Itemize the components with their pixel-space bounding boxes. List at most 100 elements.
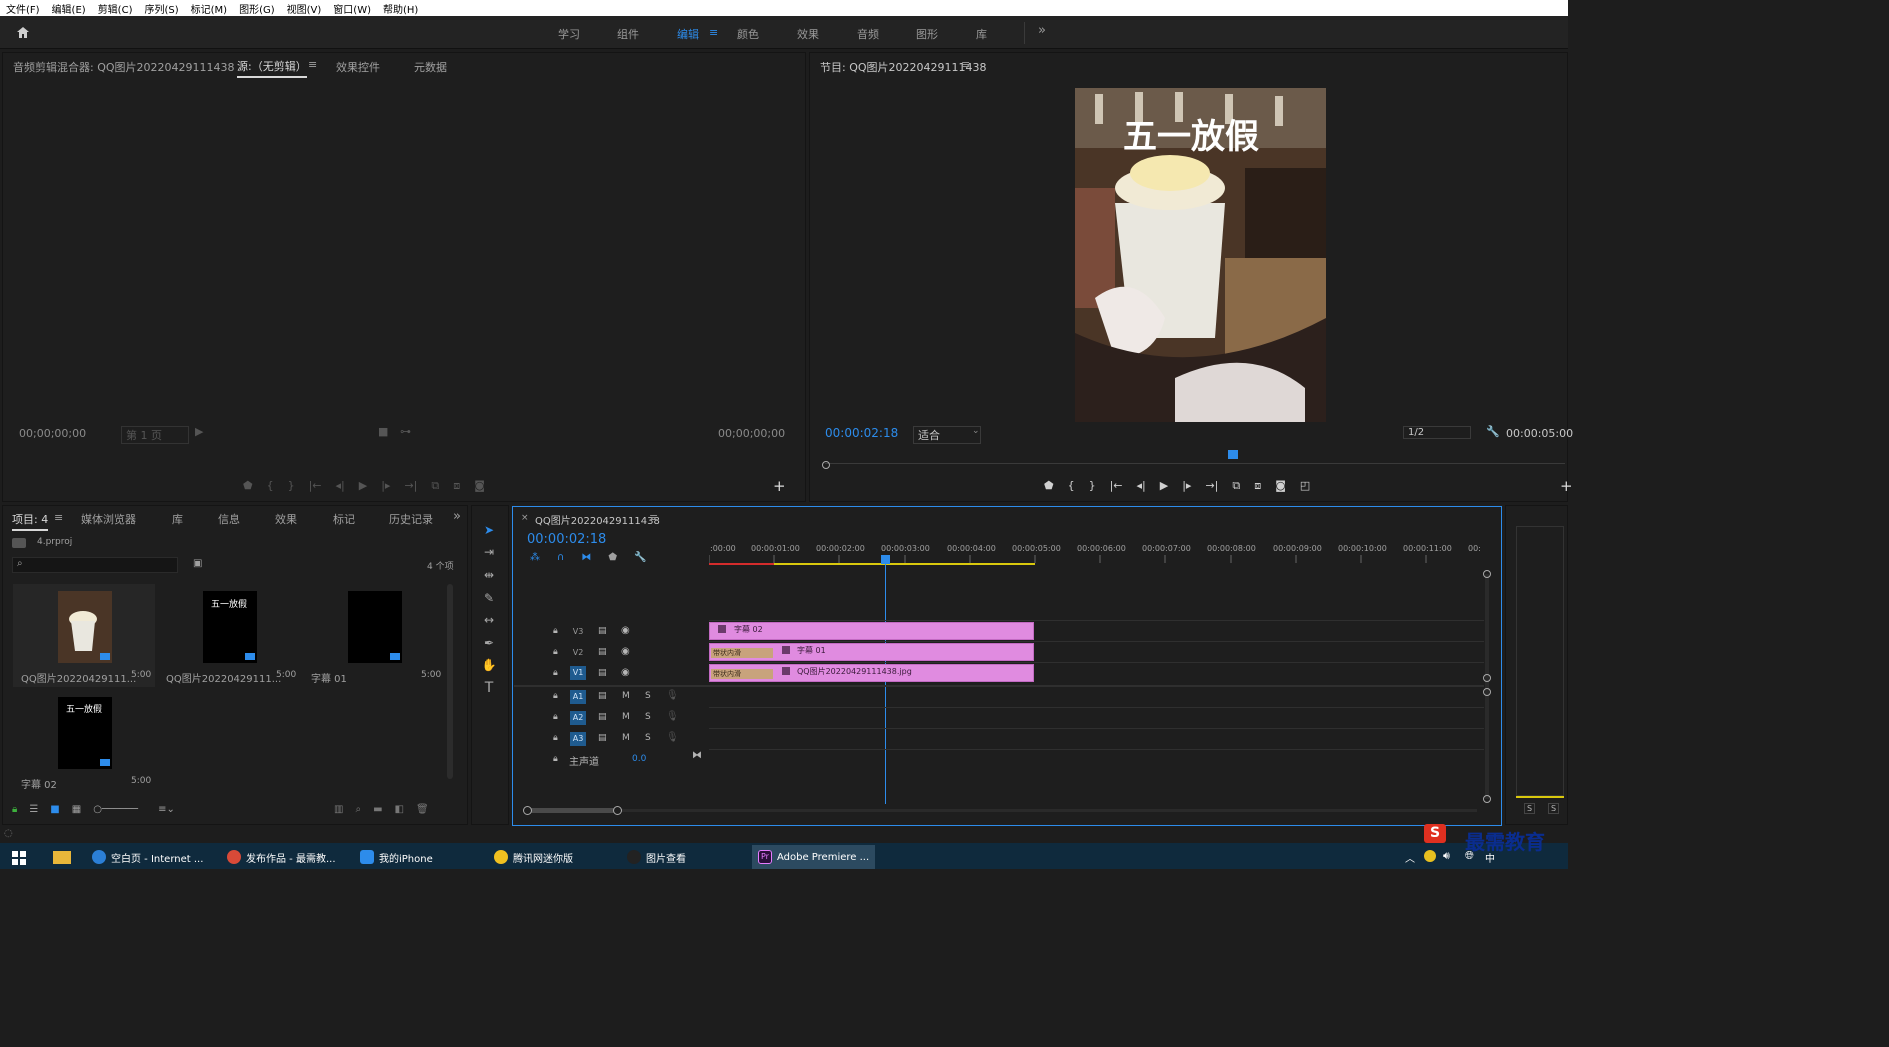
nest-toggle-icon[interactable]: ⁂ bbox=[530, 552, 540, 563]
add-marker-icon[interactable]: ⬟ bbox=[243, 479, 253, 493]
solo-button[interactable]: S bbox=[645, 712, 651, 722]
panels-overflow-icon[interactable]: » bbox=[453, 509, 461, 524]
go-to-out-icon[interactable]: →| bbox=[404, 479, 417, 493]
new-search-bin-icon[interactable]: ▣ bbox=[193, 558, 202, 569]
source-page-select[interactable]: 第 1 页 bbox=[121, 426, 189, 444]
overwrite-icon[interactable]: ⧈ bbox=[453, 479, 460, 493]
vscroll-handle-mid2[interactable] bbox=[1483, 688, 1491, 696]
menu-marker[interactable]: 标记(M) bbox=[185, 1, 233, 16]
lock-track-icon[interactable]: 🔒︎ bbox=[553, 712, 558, 722]
automate-icon[interactable]: ▥ bbox=[334, 804, 343, 815]
sogou-ime-icon[interactable]: S bbox=[1424, 824, 1446, 843]
workspace-tab-editing[interactable]: 编辑 bbox=[677, 26, 699, 42]
project-scrollbar[interactable] bbox=[447, 584, 453, 779]
tab-source[interactable]: 源:（无剪辑） bbox=[237, 58, 307, 78]
program-timecode[interactable]: 00:00:02:18 bbox=[825, 426, 898, 440]
menu-clip[interactable]: 剪辑(C) bbox=[92, 1, 139, 16]
lock-track-icon[interactable]: 🔒︎ bbox=[553, 668, 558, 678]
add-marker-icon[interactable]: ⬟ bbox=[1044, 479, 1054, 493]
sequence-tab[interactable]: QQ图片20220429111438 bbox=[535, 512, 660, 527]
mute-button[interactable]: M bbox=[622, 712, 630, 722]
meter-solo-right[interactable]: S bbox=[1548, 803, 1560, 814]
menu-edit[interactable]: 编辑(E) bbox=[46, 1, 92, 16]
track-select-tool-icon[interactable]: ⇥ bbox=[481, 545, 497, 561]
menu-help[interactable]: 帮助(H) bbox=[377, 1, 424, 16]
master-expand-icon[interactable]: ⧓ bbox=[692, 750, 702, 761]
mic-icon[interactable]: 🎙︎ bbox=[666, 711, 679, 722]
mic-icon[interactable]: 🎙︎ bbox=[666, 732, 679, 743]
zoom-slider-icon[interactable]: ○────── bbox=[93, 804, 138, 815]
fit-select[interactable]: 适合 bbox=[913, 426, 981, 444]
track-v2-label[interactable]: V2 bbox=[570, 646, 586, 660]
project-search-input[interactable] bbox=[12, 557, 178, 573]
tab-project[interactable]: 项目: 4 bbox=[12, 511, 49, 531]
tray-app-icon[interactable] bbox=[1424, 850, 1436, 862]
workspace-tab-learn[interactable]: 学习 bbox=[558, 26, 580, 42]
hscroll-thumb[interactable] bbox=[527, 808, 617, 813]
project-item[interactable]: 五一放假 QQ图片20220429111... 5:00 bbox=[158, 584, 300, 687]
resolution-select[interactable]: 1/2 bbox=[1403, 426, 1471, 439]
mic-icon[interactable]: 🎙︎ bbox=[666, 690, 679, 701]
sync-lock-icon[interactable]: ▤ bbox=[598, 626, 607, 636]
lock-track-icon[interactable]: 🔒︎ bbox=[553, 733, 558, 743]
transition-v2[interactable]: 带状内滑 bbox=[711, 648, 773, 658]
taskbar-item-ie[interactable]: 空白页 - Internet ... bbox=[92, 848, 203, 866]
add-button-icon[interactable]: + bbox=[1560, 477, 1573, 495]
mute-button[interactable]: M bbox=[622, 691, 630, 701]
linked-selection-icon[interactable]: ⧓ bbox=[581, 552, 591, 563]
source-timecode-left[interactable]: 00;00;00;00 bbox=[19, 427, 86, 440]
play-small-icon[interactable]: ▶ bbox=[195, 425, 203, 438]
razor-tool-icon[interactable]: ✎ bbox=[481, 591, 497, 607]
close-sequence-icon[interactable]: × bbox=[521, 513, 529, 523]
add-button-icon[interactable]: + bbox=[773, 477, 786, 495]
project-item[interactable]: 五一放假 字幕 02 5:00 bbox=[13, 690, 155, 791]
icon-view-icon[interactable]: ■ bbox=[50, 804, 59, 815]
vscroll-handle-mid[interactable] bbox=[1483, 674, 1491, 682]
project-menu-icon[interactable]: ≡ bbox=[54, 511, 63, 524]
taskbar-item-tencent[interactable]: 腾讯网迷你版 bbox=[494, 848, 573, 866]
slip-tool-icon[interactable]: ↔ bbox=[481, 613, 497, 629]
workspace-tab-audio[interactable]: 音频 bbox=[857, 26, 879, 42]
workspace-overflow-icon[interactable]: » bbox=[1038, 23, 1046, 38]
export-frame-icon[interactable]: ◙ bbox=[474, 479, 485, 493]
export-frame-icon[interactable]: ◙ bbox=[1275, 479, 1286, 493]
workspace-tab-color[interactable]: 颜色 bbox=[737, 26, 759, 42]
meter-solo-left[interactable]: S bbox=[1524, 803, 1536, 814]
tab-effects[interactable]: 效果 bbox=[275, 511, 297, 527]
lift-icon[interactable]: ⧉ bbox=[1232, 479, 1240, 493]
program-playhead[interactable] bbox=[1228, 450, 1238, 459]
snap-icon[interactable]: ∩ bbox=[557, 552, 564, 563]
workspace-tab-graphics[interactable]: 图形 bbox=[916, 26, 938, 42]
sync-lock-icon[interactable]: ▤ bbox=[598, 712, 607, 722]
hscroll-handle-right[interactable] bbox=[613, 806, 622, 815]
new-bin-icon[interactable]: ▬ bbox=[373, 804, 382, 815]
project-item[interactable]: 字幕 01 5:00 bbox=[303, 584, 445, 687]
sync-lock-icon[interactable]: ▤ bbox=[598, 733, 607, 743]
lock-track-icon[interactable]: 🔒︎ bbox=[553, 691, 558, 701]
scrub-start-handle[interactable] bbox=[822, 461, 830, 469]
play-icon[interactable]: ▶ bbox=[359, 479, 367, 493]
eye-icon[interactable]: ◉ bbox=[621, 625, 630, 636]
pen-tool-icon[interactable]: ✒ bbox=[481, 636, 497, 652]
lock-icon[interactable]: 🔒︎ bbox=[12, 804, 17, 815]
windows-start-icon[interactable] bbox=[12, 851, 26, 865]
wrench-icon[interactable]: 🔧 bbox=[1486, 425, 1500, 438]
tab-libraries[interactable]: 库 bbox=[172, 511, 183, 527]
mark-in-icon[interactable]: { bbox=[267, 479, 274, 493]
settings-icon[interactable]: ⊶ bbox=[400, 425, 411, 438]
ripple-edit-tool-icon[interactable]: ⇹ bbox=[481, 568, 497, 584]
track-a2-label[interactable]: A2 bbox=[570, 711, 586, 725]
vscroll-handle-top[interactable] bbox=[1483, 570, 1491, 578]
project-item[interactable]: QQ图片20220429111... 5:00 bbox=[13, 584, 155, 687]
master-volume-value[interactable]: 0.0 bbox=[632, 754, 646, 764]
hscroll-handle-left[interactable] bbox=[523, 806, 532, 815]
extract-icon[interactable]: ⧈ bbox=[1254, 479, 1261, 493]
track-v1-label[interactable]: V1 bbox=[570, 666, 586, 680]
hand-tool-icon[interactable]: ✋ bbox=[481, 658, 497, 674]
timeline-vscroll[interactable] bbox=[1485, 574, 1489, 799]
vscroll-handle-bottom[interactable] bbox=[1483, 795, 1491, 803]
tab-info[interactable]: 信息 bbox=[218, 511, 240, 527]
play-icon[interactable]: ▶ bbox=[1160, 479, 1168, 493]
track-a1-label[interactable]: A1 bbox=[570, 690, 586, 704]
timeline-settings-icon[interactable]: 🔧 bbox=[634, 552, 646, 563]
